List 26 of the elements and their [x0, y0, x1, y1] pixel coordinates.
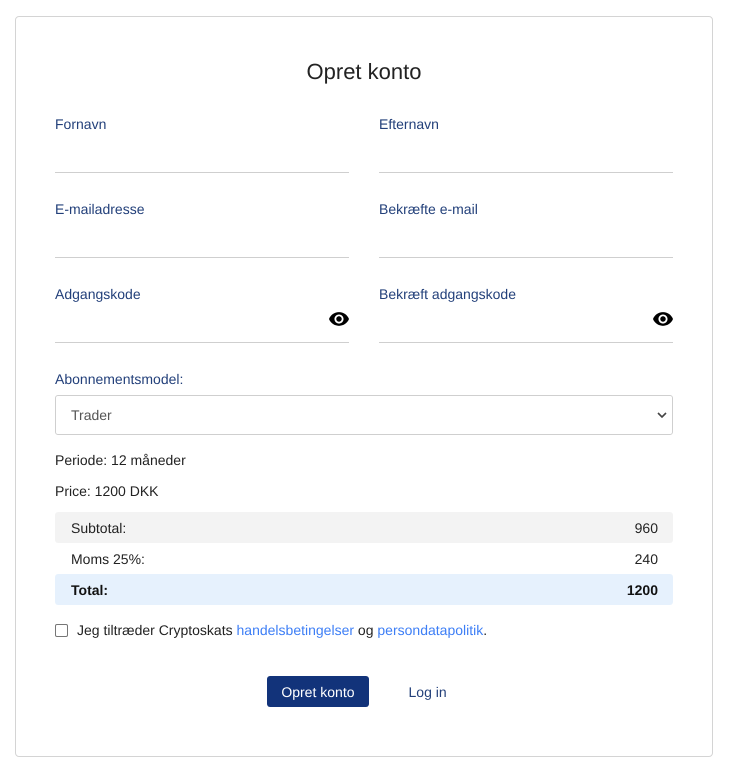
summary-label: Moms 25%:	[71, 550, 145, 566]
form-title: Opret konto	[306, 58, 422, 86]
field-label: Fornavn	[55, 116, 108, 132]
summary-label: Total:	[71, 582, 108, 598]
plan-select[interactable]: Trader	[55, 395, 673, 435]
field-label: Adgangskode	[55, 286, 142, 302]
summary-value: 1200	[626, 582, 658, 598]
login-link[interactable]: Log in	[394, 676, 461, 707]
summary-value: 960	[634, 520, 658, 536]
field-label: Bekræft adgangskode	[379, 286, 517, 302]
chevron-down-icon	[657, 412, 667, 418]
field-label: E-mailadresse	[55, 201, 146, 217]
field-label: Bekræfte e-mail	[379, 201, 479, 217]
terms-link[interactable]: handelsbetingelser	[236, 622, 354, 638]
summary-value: 240	[634, 550, 658, 566]
field-label: Abonnementsmodel:	[55, 371, 184, 387]
plan-detail-text: Periode: 12 måneder	[55, 452, 187, 468]
submit-button[interactable]: Opret konto	[267, 676, 368, 707]
terms-link[interactable]: persondatapolitik	[377, 622, 484, 638]
terms-text: Jeg tiltræder Cryptoskats handelsbetingelser og persondatapolitik.	[77, 622, 488, 638]
checkbox[interactable]	[55, 624, 68, 636]
eye-icon[interactable]	[329, 312, 349, 326]
field-label: Efternavn	[379, 116, 440, 132]
plan-detail-text: Price: 1200 DKK	[55, 483, 160, 499]
eye-icon[interactable]	[653, 312, 673, 326]
summary-label: Subtotal:	[71, 520, 126, 536]
